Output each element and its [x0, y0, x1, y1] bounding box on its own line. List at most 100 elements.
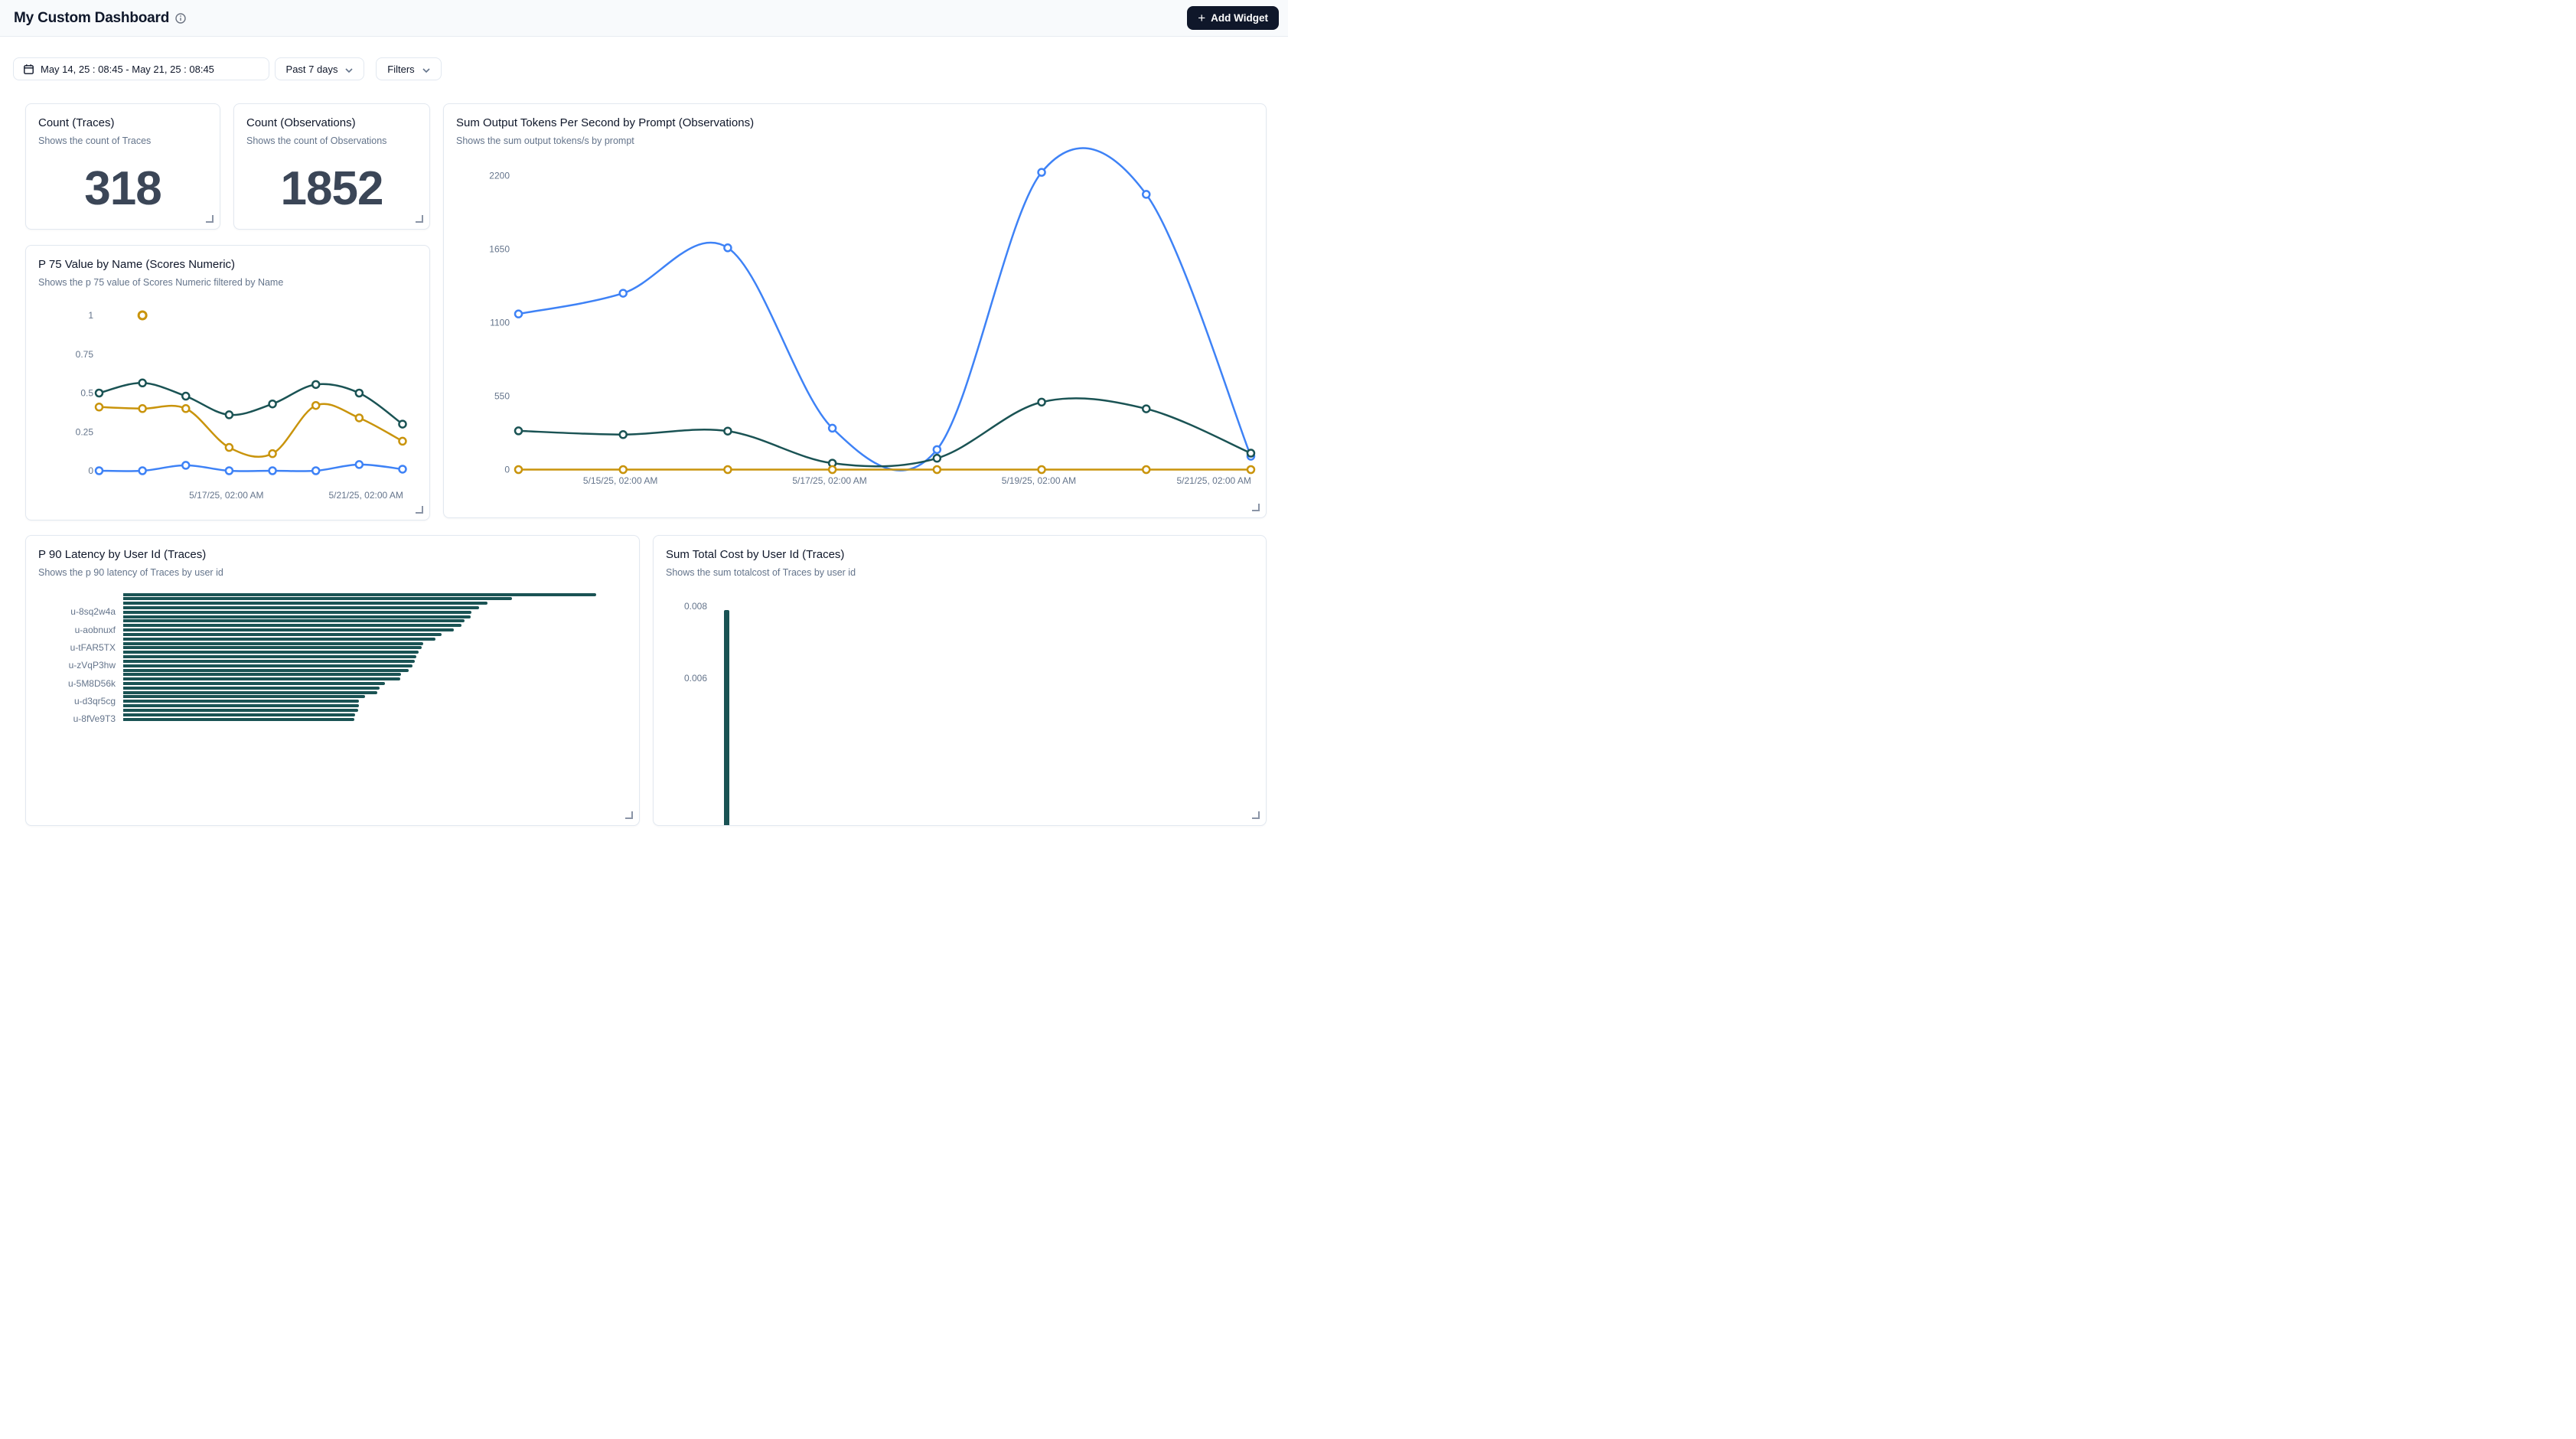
resize-handle-icon[interactable] — [206, 215, 214, 223]
latency-bar — [123, 718, 354, 721]
resize-handle-icon[interactable] — [625, 811, 633, 819]
range-preset-value: Past 7 days — [286, 64, 338, 75]
user-id-label: u-8fVe9T3 — [28, 714, 116, 724]
cost-bar-chart: 0.008 0.006 — [654, 536, 1266, 825]
x-axis-tick-label: 5/15/25, 02:00 AM — [583, 475, 657, 486]
chart-point — [1143, 466, 1149, 473]
date-range-picker[interactable]: May 14, 25 : 08:45 - May 21, 25 : 08:45 — [13, 57, 269, 80]
chart-point — [139, 468, 146, 475]
chart-point — [226, 444, 233, 451]
chart-point — [829, 425, 836, 432]
y-axis-tick-label: 0.008 — [661, 601, 707, 612]
x-axis-tick-label: 5/17/25, 02:00 AM — [792, 475, 866, 486]
calendar-icon — [23, 64, 34, 75]
chart-point-isolated — [139, 312, 146, 319]
chart-line-prompt-teal — [519, 398, 1251, 466]
latency-bar — [123, 646, 422, 649]
y-axis-tick-label: 1 — [88, 310, 93, 321]
chart-point — [620, 431, 627, 438]
add-widget-label: Add Widget — [1211, 12, 1268, 24]
y-axis-tick-label: 0.25 — [76, 426, 94, 437]
resize-handle-icon[interactable] — [1252, 811, 1260, 819]
chart-point — [269, 400, 276, 407]
latency-bar — [123, 638, 435, 641]
chart-point — [356, 461, 363, 468]
latency-bar — [123, 669, 409, 672]
chart-point — [356, 390, 363, 396]
latency-bar — [123, 664, 412, 667]
chart-point — [934, 455, 941, 462]
chart-point — [356, 414, 363, 421]
latency-bar — [123, 655, 416, 658]
count-value: 1852 — [234, 165, 429, 213]
chart-point — [96, 403, 103, 410]
latency-bar — [123, 700, 359, 703]
resize-handle-icon[interactable] — [416, 215, 423, 223]
chevron-down-icon — [345, 64, 353, 75]
filters-dropdown[interactable]: Filters — [376, 57, 442, 80]
resize-handle-icon[interactable] — [416, 506, 423, 514]
dashboard-page: My Custom Dashboard + Add Widget May 14,… — [0, 0, 1288, 720]
chart-point — [139, 380, 146, 387]
widget-title: Count (Observations) — [246, 116, 356, 129]
latency-bar — [123, 713, 355, 716]
tokens-line-chart: 05501100165022005/15/25, 02:00 AM5/17/25… — [444, 104, 1267, 518]
widget-subtitle: Shows the count of Observations — [246, 135, 386, 146]
user-id-label: u-aobnuxf — [28, 625, 116, 635]
widget-tokens-chart: Sum Output Tokens Per Second by Prompt (… — [443, 103, 1267, 518]
y-axis-tick-label: 0.5 — [80, 388, 93, 399]
y-axis-tick-label: 2200 — [489, 171, 510, 181]
chart-point — [226, 468, 233, 475]
x-axis-tick-label: 5/21/25, 02:00 AM — [1176, 475, 1251, 486]
chart-point — [96, 390, 103, 396]
latency-bar — [123, 651, 419, 654]
chart-point — [312, 381, 319, 388]
chart-point — [1039, 466, 1045, 473]
latency-bar — [123, 677, 400, 680]
x-axis-tick-label: 5/19/25, 02:00 AM — [1002, 475, 1076, 486]
x-axis-tick-label: 5/21/25, 02:00 AM — [328, 490, 403, 501]
user-id-label: u-tFAR5TX — [28, 643, 116, 653]
y-axis-tick-label: 1650 — [489, 244, 510, 255]
p90-bar-chart: u-8sq2w4au-aobnuxfu-tFAR5TXu-zVqP3hwu-5M… — [26, 536, 639, 825]
chart-point — [182, 462, 189, 468]
user-id-label: u-zVqP3hw — [28, 661, 116, 671]
chart-point — [515, 311, 522, 318]
chart-point — [312, 402, 319, 409]
chart-point — [226, 411, 233, 418]
user-id-label: u-5M8D56k — [28, 679, 116, 689]
latency-bar — [123, 611, 471, 614]
y-axis-tick-label: 1100 — [490, 318, 510, 328]
latency-bar — [123, 597, 512, 600]
latency-bar — [123, 606, 479, 609]
chevron-down-icon — [422, 64, 430, 75]
add-widget-button[interactable]: + Add Widget — [1187, 6, 1279, 30]
chart-point — [1247, 450, 1254, 457]
widget-cost-chart: Sum Total Cost by User Id (Traces) Shows… — [653, 535, 1267, 826]
latency-bar — [123, 602, 487, 605]
chart-point — [515, 466, 522, 473]
y-axis-tick-label: 0.006 — [661, 673, 707, 684]
x-axis-tick-label: 5/17/25, 02:00 AM — [189, 490, 263, 501]
chart-point — [182, 405, 189, 412]
latency-bar — [123, 593, 596, 596]
chart-point — [934, 466, 941, 473]
chart-point — [399, 438, 406, 445]
chart-point — [724, 466, 731, 473]
latency-bar — [123, 642, 423, 645]
latency-bar — [123, 619, 465, 622]
latency-bar — [123, 691, 377, 694]
chart-point — [620, 466, 627, 473]
chart-point — [1143, 191, 1149, 197]
chart-line-prompt-blue — [519, 148, 1251, 470]
chart-point — [312, 468, 319, 475]
latency-bar — [123, 615, 471, 618]
chart-point — [399, 421, 406, 428]
chart-point — [139, 405, 146, 412]
latency-bar — [123, 687, 380, 690]
chart-point — [269, 468, 276, 475]
range-preset-dropdown[interactable]: Past 7 days — [275, 57, 364, 80]
resize-handle-icon[interactable] — [1252, 504, 1260, 511]
y-axis-tick-label: 0 — [504, 465, 510, 475]
filters-label: Filters — [387, 64, 414, 75]
